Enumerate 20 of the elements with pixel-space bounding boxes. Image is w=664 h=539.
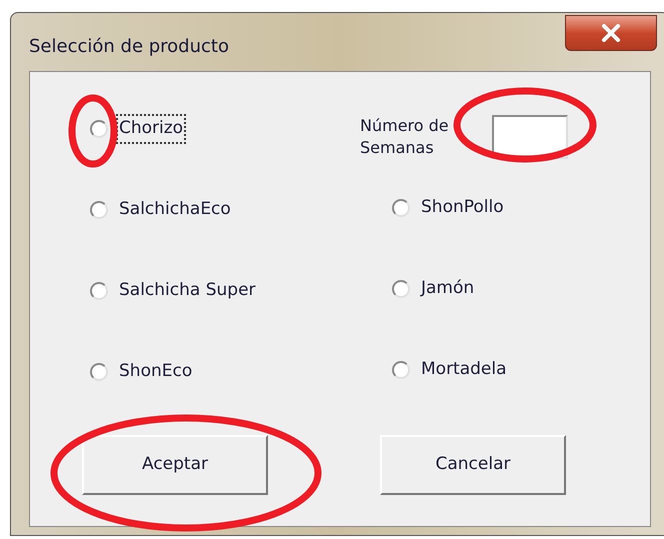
radio-label[interactable]: Mortadela — [420, 357, 508, 383]
radio-label[interactable]: Chorizo — [118, 116, 184, 142]
radio-label[interactable]: ShonPollo — [420, 195, 505, 221]
weeks-label: Número de Semanas — [360, 115, 450, 159]
radio-button[interactable] — [90, 282, 108, 300]
radio-label[interactable]: Jamón — [420, 276, 476, 302]
close-button[interactable] — [565, 15, 657, 51]
radio-button[interactable] — [90, 363, 108, 381]
radio-label[interactable]: SalchichaEco — [118, 197, 232, 223]
radio-label[interactable]: Salchicha Super — [118, 278, 257, 304]
close-icon — [601, 24, 621, 42]
radio-label[interactable]: ShonEco — [118, 359, 194, 385]
radio-button[interactable] — [90, 120, 108, 138]
accept-button[interactable]: Aceptar — [82, 435, 268, 495]
window-title: Selección de producto — [29, 35, 229, 59]
radio-button[interactable] — [392, 280, 410, 298]
radio-button[interactable] — [90, 201, 108, 219]
radio-button[interactable] — [392, 199, 410, 217]
cancel-button[interactable]: Cancelar — [380, 435, 566, 495]
radio-button[interactable] — [392, 361, 410, 379]
